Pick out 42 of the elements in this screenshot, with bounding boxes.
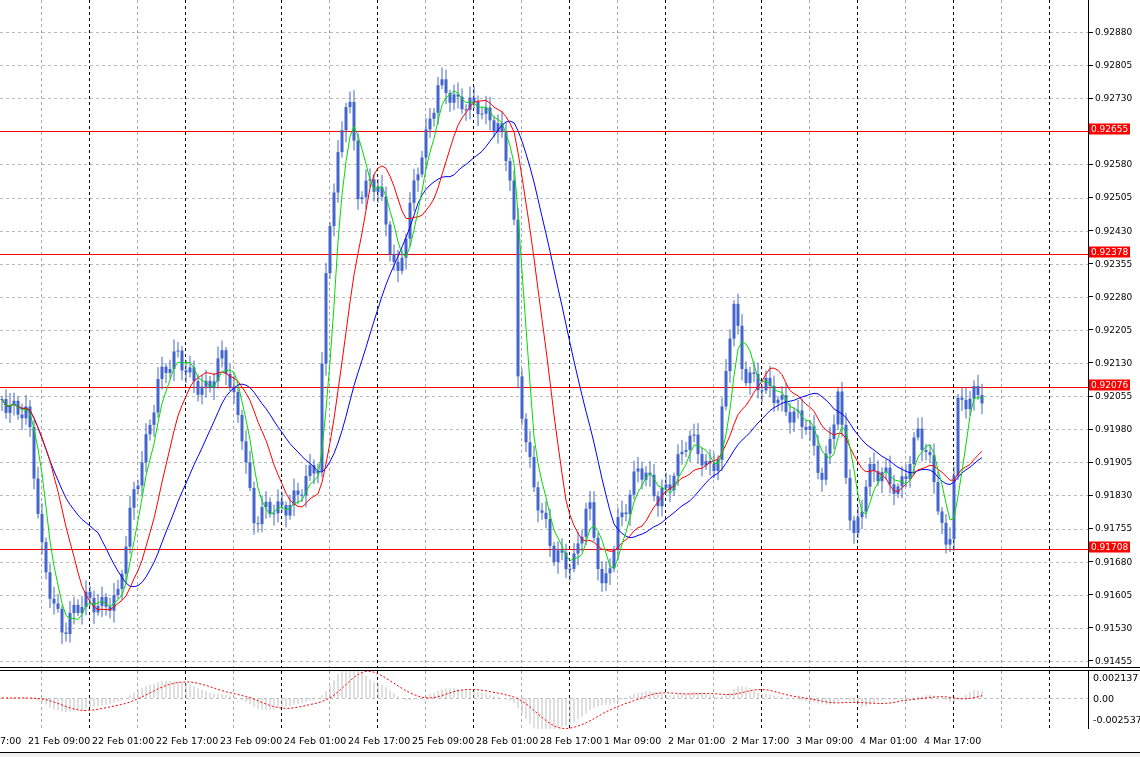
- price-level-tag: 0.91708: [1089, 541, 1131, 553]
- price-label: 0.92730: [1095, 93, 1133, 104]
- price-label: 0.91980: [1095, 424, 1133, 435]
- time-label: 22 Feb 01:00: [92, 735, 156, 746]
- price-label: 0.91455: [1095, 655, 1133, 666]
- price-label: 0.92880: [1095, 27, 1133, 37]
- time-label: 2 Mar 17:00: [732, 735, 791, 746]
- price-label: 0.91905: [1095, 457, 1133, 468]
- price-label: 0.92805: [1095, 60, 1133, 71]
- price-label: 0.92355: [1095, 258, 1133, 269]
- time-label: 24 Feb 17:00: [348, 735, 412, 746]
- price-level-tag: 0.92655: [1089, 123, 1131, 135]
- indicator-label: -0.002537: [1093, 713, 1140, 727]
- time-label: 2 Mar 01:00: [668, 735, 727, 746]
- price-label: 0.92430: [1095, 225, 1133, 236]
- price-label: 0.91680: [1095, 556, 1133, 567]
- time-label: 7:00: [0, 735, 23, 746]
- price-label: 0.91530: [1095, 622, 1133, 633]
- time-label: 24 Feb 01:00: [284, 735, 348, 746]
- price-label: 0.91755: [1095, 523, 1133, 534]
- price-label: 0.92205: [1095, 324, 1133, 335]
- time-label: 1 Mar 09:00: [604, 735, 663, 746]
- price-level-tag: 0.92076: [1089, 379, 1131, 391]
- time-label: 28 Feb 01:00: [476, 735, 540, 746]
- indicator-label: 0.002137: [1093, 671, 1140, 685]
- price-label: 0.92130: [1095, 357, 1133, 368]
- price-level-tag: 0.92378: [1089, 246, 1131, 258]
- time-label: 4 Mar 17:00: [924, 735, 983, 746]
- time-label: 22 Feb 17:00: [156, 735, 220, 746]
- price-label: 0.91605: [1095, 589, 1133, 600]
- time-label: 28 Feb 17:00: [540, 735, 604, 746]
- price-label: 0.92580: [1095, 159, 1133, 170]
- price-label: 0.92505: [1095, 192, 1133, 203]
- price-label: 0.92055: [1095, 391, 1133, 402]
- indicator-label: 0.00: [1093, 692, 1116, 706]
- time-label: 3 Mar 09:00: [796, 735, 855, 746]
- price-label: 0.92280: [1095, 291, 1133, 302]
- time-label: 25 Feb 09:00: [412, 735, 476, 746]
- time-label: 21 Feb 09:00: [28, 735, 92, 746]
- time-label: 23 Feb 09:00: [220, 735, 284, 746]
- price-label: 0.91830: [1095, 490, 1133, 501]
- time-label: 4 Mar 01:00: [860, 735, 919, 746]
